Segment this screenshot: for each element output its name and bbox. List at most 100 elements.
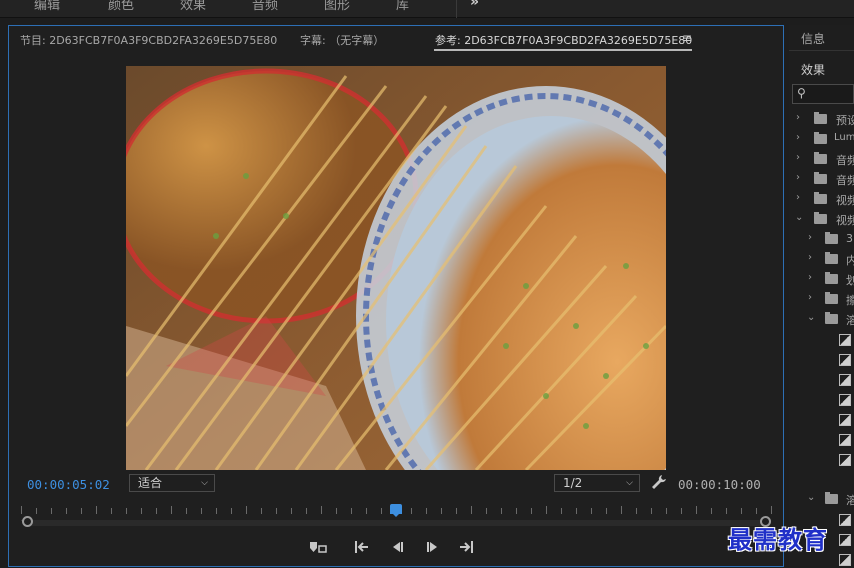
effects-search-input[interactable]: ⚲ bbox=[792, 84, 854, 104]
chevron-right-icon: › bbox=[796, 172, 800, 183]
ruler-tick bbox=[441, 508, 442, 514]
folder-icon bbox=[814, 212, 827, 224]
tree-item-audio-effects[interactable]: › 音频 bbox=[789, 149, 854, 169]
chevron-right-icon: › bbox=[808, 292, 812, 303]
total-duration: 00:00:10:00 bbox=[678, 477, 761, 492]
ruler-tick bbox=[531, 508, 532, 514]
folder-icon bbox=[825, 312, 838, 324]
ruler-tick bbox=[156, 508, 157, 514]
tree-item-dissolve-2[interactable]: ⌄ 溶 bbox=[789, 489, 854, 509]
ruler-tick bbox=[336, 508, 337, 514]
ruler-tick bbox=[321, 506, 322, 514]
ruler-tick bbox=[651, 508, 652, 514]
ruler-tick bbox=[501, 508, 502, 514]
ruler-tick bbox=[96, 506, 97, 514]
reference-tab[interactable]: 参考: 2D63FCB7F0A3F9CBD2FA3269E5D75E80 bbox=[435, 32, 692, 48]
ruler-tick bbox=[186, 508, 187, 514]
workspace-tab-effects[interactable]: 效果 bbox=[180, 0, 206, 13]
go-to-in-icon bbox=[355, 541, 368, 553]
wrench-icon[interactable] bbox=[651, 474, 667, 490]
tree-item-video-transitions[interactable]: ⌄ 视频 bbox=[789, 209, 854, 229]
tree-item-label: 3D bbox=[846, 232, 854, 245]
transition-icon[interactable] bbox=[839, 334, 851, 346]
workspace-tab-color[interactable]: 颜色 bbox=[108, 0, 134, 13]
ruler-tick bbox=[711, 508, 712, 514]
info-tab[interactable]: 信息 bbox=[801, 30, 825, 47]
transition-icon[interactable] bbox=[839, 534, 851, 546]
step-back-button[interactable] bbox=[386, 538, 408, 556]
workspace-tab-audio[interactable]: 音频 bbox=[252, 0, 278, 13]
watermark-logo: 最需教育 bbox=[728, 525, 828, 554]
chevron-right-icon: › bbox=[808, 232, 812, 243]
tree-item-dissolve[interactable]: ⌄ 溶 bbox=[789, 309, 854, 329]
transition-icon[interactable] bbox=[839, 434, 851, 446]
ruler-tick bbox=[291, 508, 292, 514]
ruler-tick bbox=[696, 506, 697, 514]
transition-icon[interactable] bbox=[839, 454, 851, 466]
ruler-tick bbox=[546, 506, 547, 514]
tree-item-audio-transitions[interactable]: › 音频 bbox=[789, 169, 854, 189]
monitor-header: 节目: 2D63FCB7F0A3F9CBD2FA3269E5D75E80 字幕:… bbox=[9, 26, 783, 51]
tree-item-slide[interactable]: › 擦 bbox=[789, 289, 854, 309]
ruler-tick bbox=[111, 508, 112, 514]
ruler-tick bbox=[366, 508, 367, 514]
workspace-bar: 编辑 颜色 效果 音频 图形 库 » bbox=[0, 0, 854, 18]
current-timecode[interactable]: 00:00:05:02 bbox=[27, 477, 110, 492]
tree-item-wipe[interactable]: › 划 bbox=[789, 269, 854, 289]
workspace-divider bbox=[456, 0, 457, 18]
ruler-tick bbox=[351, 508, 352, 514]
transition-icon[interactable] bbox=[839, 374, 851, 386]
ruler-tick bbox=[36, 508, 37, 514]
tree-item-label: Lum bbox=[834, 132, 854, 143]
tree-item-label: 擦 bbox=[846, 294, 854, 307]
chevron-right-icon: › bbox=[796, 152, 800, 163]
active-tab-underline bbox=[434, 49, 692, 51]
tree-item-immersive[interactable]: › 内 bbox=[789, 249, 854, 269]
zoom-scrollbar[interactable] bbox=[27, 520, 767, 526]
zoom-dropdown[interactable]: 适合 ⌵ bbox=[129, 474, 215, 492]
insert-button[interactable] bbox=[307, 538, 329, 556]
folder-star-icon bbox=[814, 132, 827, 144]
tree-item-video-effects[interactable]: › 视频 bbox=[789, 189, 854, 209]
transition-icon[interactable] bbox=[839, 514, 851, 526]
chevron-down-icon: ⌵ bbox=[626, 478, 633, 488]
ruler-tick bbox=[276, 508, 277, 514]
playhead[interactable] bbox=[390, 504, 402, 517]
ruler-tick bbox=[756, 508, 757, 514]
tree-item-presets[interactable]: › 预设 bbox=[789, 109, 854, 129]
transition-icon[interactable] bbox=[839, 394, 851, 406]
step-forward-icon bbox=[427, 542, 437, 552]
transition-icon[interactable] bbox=[839, 554, 851, 566]
scrollbar-left-handle[interactable] bbox=[22, 516, 33, 527]
caption-tab[interactable]: 字幕: （无字幕） bbox=[300, 32, 384, 48]
go-to-in-button[interactable] bbox=[351, 538, 373, 556]
tree-item-lumetri[interactable]: › Lum bbox=[789, 129, 854, 149]
ruler-tick bbox=[456, 508, 457, 514]
chevron-down-icon: ⌄ bbox=[807, 492, 816, 503]
go-to-out-icon bbox=[460, 541, 473, 553]
workspace-more-button[interactable]: » bbox=[470, 0, 479, 10]
go-to-out-button[interactable] bbox=[456, 538, 478, 556]
search-icon: ⚲ bbox=[797, 86, 806, 100]
transition-icon[interactable] bbox=[839, 414, 851, 426]
resolution-dropdown[interactable]: 1/2 ⌵ bbox=[554, 474, 640, 492]
program-tab[interactable]: 节目: 2D63FCB7F0A3F9CBD2FA3269E5D75E80 bbox=[20, 32, 277, 48]
ruler-tick bbox=[411, 508, 412, 514]
ruler-tick bbox=[171, 506, 172, 514]
folder-icon bbox=[825, 292, 838, 304]
workspace-tab-graphics[interactable]: 图形 bbox=[324, 0, 350, 13]
tree-item-3d-motion[interactable]: › 3D bbox=[789, 229, 854, 249]
effects-panel: 信息 效果 ⚲ › 预设 › Lum › 音频 › 音频 › 视频 ⌄ 视频 ›… bbox=[789, 25, 854, 568]
tree-item-label: 音频 bbox=[836, 174, 854, 187]
workspace-tab-library[interactable]: 库 bbox=[396, 0, 409, 13]
folder-icon bbox=[825, 232, 838, 244]
panel-menu-icon[interactable]: ≡ bbox=[682, 31, 692, 45]
step-forward-button[interactable] bbox=[422, 538, 444, 556]
ruler-tick bbox=[426, 508, 427, 514]
transition-icon[interactable] bbox=[839, 354, 851, 366]
folder-icon bbox=[825, 252, 838, 264]
folder-icon bbox=[814, 152, 827, 164]
effects-tab[interactable]: 效果 bbox=[801, 61, 825, 78]
workspace-tab-edit[interactable]: 编辑 bbox=[34, 0, 60, 13]
folder-star-icon bbox=[814, 112, 827, 124]
